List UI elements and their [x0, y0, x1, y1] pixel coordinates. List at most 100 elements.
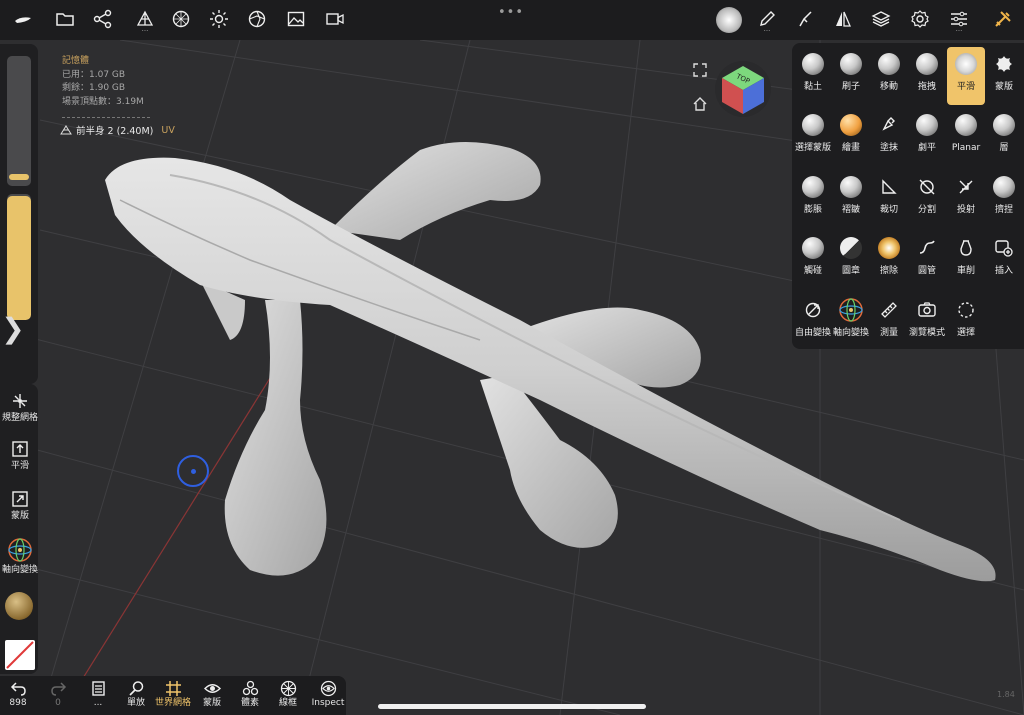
- trim-icon: [882, 179, 897, 194]
- active-mesh[interactable]: 前半身 2 (2.40M) UV: [60, 123, 175, 137]
- tool-lathe[interactable]: 車削: [947, 231, 985, 289]
- tool-label: Planar: [951, 143, 981, 153]
- background-icon[interactable]: [166, 4, 196, 34]
- version-label: 1.84: [997, 690, 1015, 699]
- tool-erase[interactable]: 擦除: [870, 231, 908, 289]
- tool-ruler[interactable]: 測量: [870, 293, 908, 351]
- tool-label: 膨脹: [803, 205, 822, 215]
- expand-chevron-icon[interactable]: ❯: [0, 302, 26, 354]
- stamp-icon: [840, 237, 862, 259]
- tool-smudge[interactable]: 塗抹: [870, 108, 908, 166]
- folder-icon[interactable]: [50, 4, 80, 34]
- inflate-icon: [802, 176, 824, 198]
- split-icon: [919, 179, 935, 195]
- inspect-button[interactable]: Inspect: [308, 678, 348, 709]
- home-view-icon[interactable]: [692, 96, 708, 112]
- settings-icon[interactable]: [905, 4, 935, 34]
- redo-button[interactable]: 0: [40, 678, 76, 709]
- topology-icon[interactable]: ...: [130, 4, 160, 34]
- tool-label: 自由變換: [794, 328, 831, 338]
- view-cube[interactable]: TOP: [714, 60, 772, 118]
- color-swatch[interactable]: [5, 640, 35, 670]
- mask-view-button[interactable]: 蒙版: [194, 678, 230, 709]
- tool-planar[interactable]: Planar: [947, 108, 985, 166]
- tool-smooth[interactable]: 平滑: [947, 47, 985, 105]
- tool-flatten[interactable]: 劇平: [908, 108, 946, 166]
- material-sphere[interactable]: [5, 592, 33, 620]
- history-more: ...: [93, 698, 103, 708]
- tool-twist[interactable]: 觸碰: [794, 231, 832, 289]
- grid-icon: [165, 680, 181, 696]
- tool-camera[interactable]: 瀏覽模式: [908, 293, 946, 351]
- wireframe-button[interactable]: 線框: [270, 678, 306, 709]
- tool-move[interactable]: 移動: [870, 47, 908, 105]
- history-button[interactable]: ...: [80, 678, 116, 709]
- tool-layer[interactable]: 層: [985, 108, 1023, 166]
- undo-icon: [10, 681, 26, 696]
- radius-slider-knob[interactable]: [9, 174, 29, 180]
- tool-select-mask[interactable]: 選擇蒙版: [794, 108, 832, 166]
- inspect-label: Inspect: [311, 698, 345, 708]
- tool-label: 選擇: [956, 328, 975, 338]
- tool-gizmo[interactable]: 軸向變換: [832, 293, 870, 351]
- tool-label: 分割: [917, 205, 936, 215]
- postprocess-icon[interactable]: [242, 4, 272, 34]
- smooth-button[interactable]: 平滑: [0, 438, 40, 472]
- home-indicator[interactable]: [378, 704, 646, 709]
- undo-button[interactable]: 898: [0, 678, 36, 709]
- radius-slider[interactable]: [7, 56, 31, 186]
- sculpt-logo-icon[interactable]: [8, 4, 38, 34]
- tool-tube[interactable]: 圓管: [908, 231, 946, 289]
- tool-transform[interactable]: 自由變換: [794, 293, 832, 351]
- mask-label: 蒙版: [10, 511, 29, 521]
- tool-label: 擦除: [879, 266, 898, 276]
- pinch-icon: [993, 176, 1015, 198]
- symmetry-icon[interactable]: [828, 4, 858, 34]
- mask-button[interactable]: 蒙版: [0, 488, 40, 522]
- tool-label: 層: [999, 143, 1009, 153]
- window-grip[interactable]: •••: [498, 5, 524, 20]
- tool-label: 插入: [994, 266, 1013, 276]
- memory-title: 記憶體: [62, 56, 90, 66]
- gizmo-button[interactable]: 軸向變換: [0, 536, 40, 576]
- tool-mask[interactable]: 蒙版: [985, 47, 1023, 105]
- stroke-icon[interactable]: [790, 4, 820, 34]
- tool-crease[interactable]: 褶皺: [832, 170, 870, 228]
- video-icon[interactable]: [320, 4, 350, 34]
- tool-label: 褶皺: [841, 205, 860, 215]
- vertex-count: 場景頂點數：3.19M: [62, 96, 144, 107]
- world-grid-button[interactable]: 世界網格: [152, 678, 194, 709]
- pivot-gizmo[interactable]: [177, 455, 209, 487]
- tool-split[interactable]: 分割: [908, 170, 946, 228]
- lathe-icon: [960, 240, 972, 256]
- voxel-button[interactable]: 體素: [232, 678, 268, 709]
- project-icon: [959, 180, 973, 194]
- tool-stamp[interactable]: 圖章: [832, 231, 870, 289]
- scene-graph-icon[interactable]: [88, 4, 118, 34]
- brush-alpha-icon[interactable]: [714, 5, 744, 35]
- history-icon: [91, 680, 105, 696]
- layers-icon[interactable]: [866, 4, 896, 34]
- mirror-button[interactable]: 單放: [118, 678, 154, 709]
- image-icon[interactable]: [281, 4, 311, 34]
- tool-project[interactable]: 投射: [947, 170, 985, 228]
- tool-inflate[interactable]: 膨脹: [794, 170, 832, 228]
- tool-paint[interactable]: 繪畫: [832, 108, 870, 166]
- tool-pinch[interactable]: 擠捏: [985, 170, 1023, 228]
- tool-label: 瀏覽模式: [908, 328, 945, 338]
- remesh-button[interactable]: 規整網格: [0, 390, 40, 424]
- voxel-icon: [242, 680, 258, 695]
- tool-select-lasso[interactable]: 選擇: [947, 293, 985, 351]
- tool-drag[interactable]: 拖拽: [908, 47, 946, 105]
- tool-clay[interactable]: 黏土: [794, 47, 832, 105]
- tool-brush[interactable]: 刷子: [832, 47, 870, 105]
- tool-insert[interactable]: 插入: [985, 231, 1023, 289]
- light-icon[interactable]: [204, 4, 234, 34]
- uv-badge: UV: [161, 124, 175, 136]
- tools-icon[interactable]: [988, 4, 1018, 34]
- sliders-icon[interactable]: ...: [944, 4, 974, 34]
- tool-trim[interactable]: 裁切: [870, 170, 908, 228]
- fullscreen-icon[interactable]: [692, 62, 708, 78]
- tool-label: 選擇蒙版: [794, 143, 831, 153]
- pencil-icon[interactable]: ...: [752, 4, 782, 34]
